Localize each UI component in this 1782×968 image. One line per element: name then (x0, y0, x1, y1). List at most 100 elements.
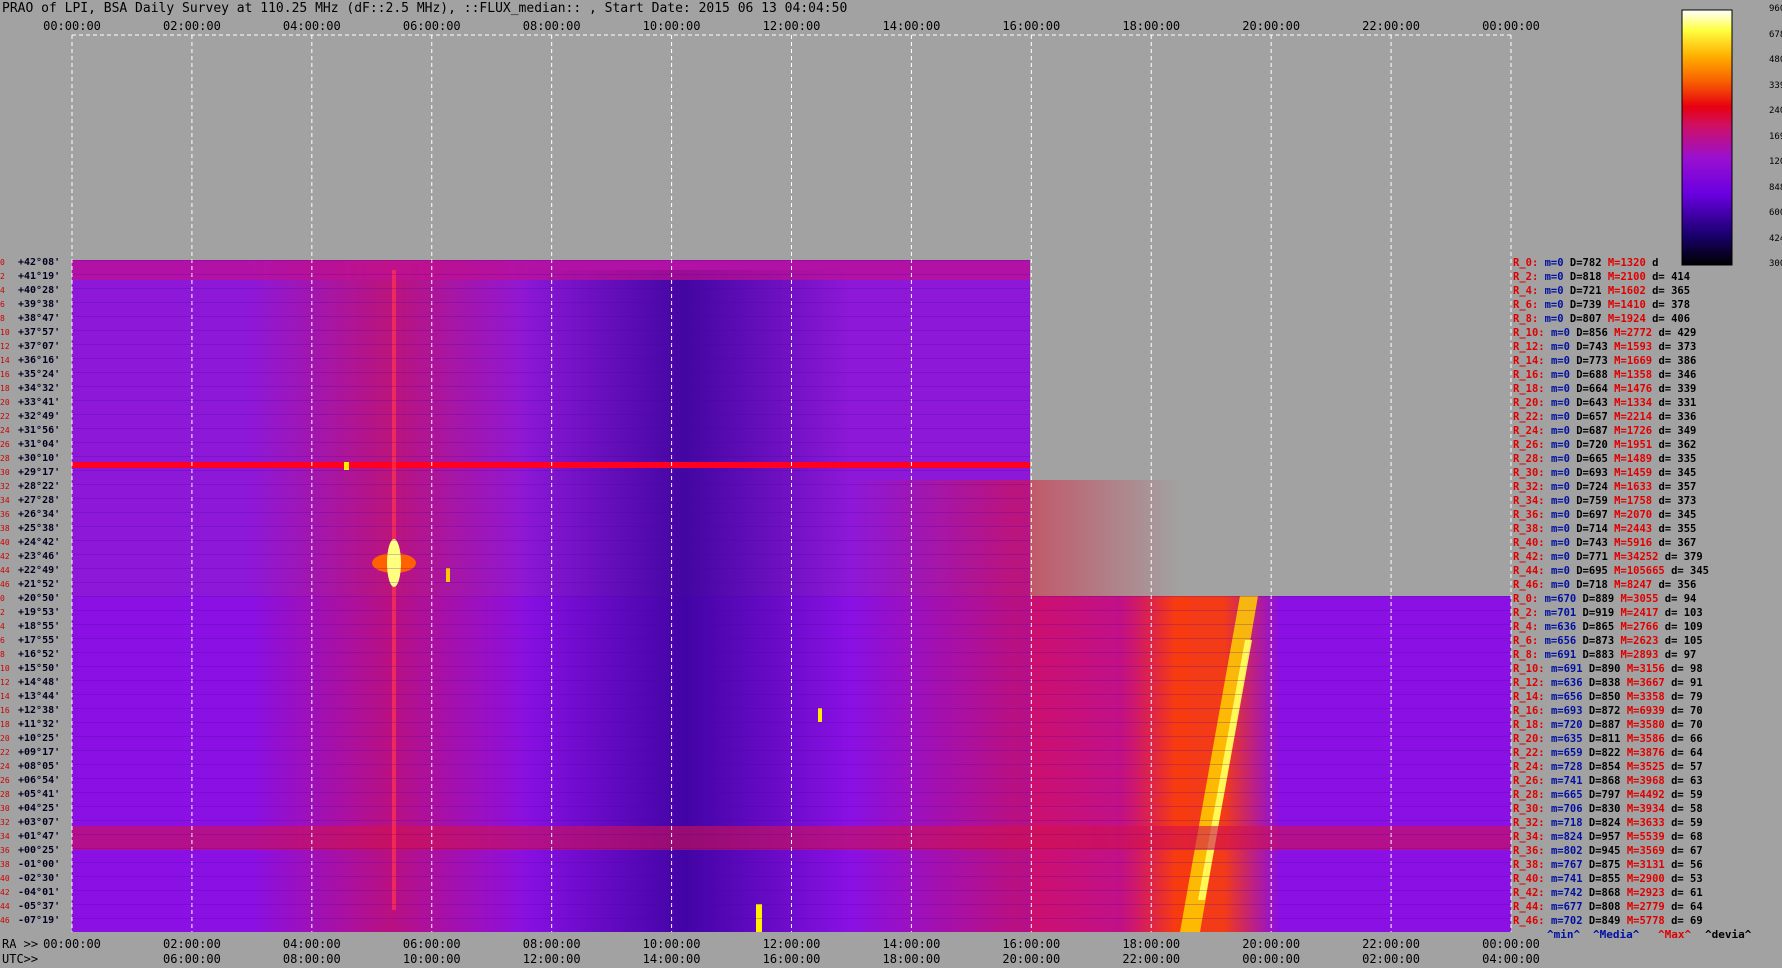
colorbar-tick: 300.0 (1769, 259, 1782, 269)
row-stripe (72, 470, 1030, 471)
stats-row: R_20: m=635 D=811 M=3586 d= 66 (1513, 733, 1703, 745)
row-stripe (72, 386, 1030, 387)
stats-row: R_4: m=0 D=721 M=1602 d= 365 (1513, 285, 1690, 297)
stats-cell: M=2623 (1620, 635, 1665, 647)
row-number: 8 (0, 650, 5, 659)
row-stripe (72, 414, 1030, 415)
stats-cell: m=656 (1544, 635, 1583, 647)
stats-cell: D=695 (1576, 565, 1615, 577)
stats-cell: R_26: (1513, 439, 1551, 451)
stats-cell: D=724 (1576, 481, 1615, 493)
row-number: 6 (0, 636, 5, 645)
declination-label: +26°34' (18, 509, 61, 520)
stats-cell: m=767 (1550, 859, 1589, 871)
declination-label: +05°41' (18, 789, 61, 800)
utc-tick: 16:00:00 (762, 952, 821, 966)
row-number: 16 (0, 706, 10, 715)
stats-row: R_26: m=0 D=720 M=1951 d= 362 (1513, 439, 1696, 451)
row-number: 26 (0, 776, 10, 785)
stats-cell: m=701 (1544, 607, 1583, 619)
declination-label: +06°54' (18, 775, 61, 786)
stats-cell: D=890 (1588, 663, 1627, 675)
bottom-ra-tick: 16:00:00 (1002, 937, 1061, 951)
stats-cell: D=687 (1576, 425, 1615, 437)
stats-cell: d= 58 (1671, 803, 1703, 815)
stats-cell: M=2766 (1620, 621, 1665, 633)
row-stripe (72, 904, 1511, 905)
stats-cell: d= 365 (1652, 285, 1691, 297)
stats-cell: m=0 (1544, 271, 1570, 283)
stats-cell: m=824 (1550, 831, 1589, 843)
stats-cell: d= 367 (1658, 537, 1697, 549)
row-stripe (72, 806, 1511, 807)
stats-cell: d= 355 (1658, 523, 1697, 535)
stats-cell: d= 56 (1671, 859, 1703, 871)
stats-cell: R_6: (1513, 635, 1545, 647)
red-horizontal-line (72, 462, 1030, 468)
stats-row: R_28: m=665 D=797 M=4492 d= 59 (1513, 789, 1703, 801)
stats-row: R_42: m=742 D=868 M=2923 d= 61 (1513, 887, 1703, 899)
declination-label: +30°10' (18, 453, 61, 464)
stats-row: R_42: m=0 D=771 M=34252 d= 379 (1513, 551, 1703, 563)
stats-cell: d= 64 (1671, 901, 1703, 913)
stats-cell: D=838 (1588, 677, 1627, 689)
row-stripe (72, 820, 1511, 821)
stats-cell: R_12: (1513, 341, 1551, 353)
stats-cell: M=2070 (1614, 509, 1659, 521)
stats-cell: d= 91 (1671, 677, 1703, 689)
utc-tick: 20:00:00 (1002, 952, 1061, 966)
stats-cell: M=1669 (1614, 355, 1659, 367)
stats-cell: D=883 (1582, 649, 1621, 661)
row-stripe (72, 596, 1511, 597)
stats-cell: d= 66 (1671, 733, 1703, 745)
row-stripe (72, 526, 1030, 527)
stats-row: R_20: m=0 D=643 M=1334 d= 331 (1513, 397, 1696, 409)
stats-cell: d= 68 (1671, 831, 1703, 843)
row-stripe (72, 652, 1511, 653)
stats-cell: D=830 (1588, 803, 1627, 815)
stats-row: R_16: m=0 D=688 M=1358 d= 346 (1513, 369, 1696, 381)
stats-cell: R_32: (1513, 481, 1551, 493)
stats-cell: D=664 (1576, 383, 1615, 395)
row-number: 24 (0, 762, 10, 771)
stats-cell: R_16: (1513, 705, 1551, 717)
stats-cell: D=919 (1582, 607, 1621, 619)
stats-row: R_38: m=767 D=875 M=3131 d= 56 (1513, 859, 1703, 871)
stats-cell: R_34: (1513, 495, 1551, 507)
stats-cell: m=659 (1550, 747, 1589, 759)
stats-cell: R_44: (1513, 565, 1551, 577)
stats-cell: d= 59 (1671, 789, 1703, 801)
utc-tick: 00:00:00 (1242, 952, 1301, 966)
stats-cell: d= 105 (1664, 635, 1703, 647)
stats-cell: R_14: (1513, 355, 1551, 367)
source-dot-3 (344, 462, 349, 470)
bottom-ra-tick: 00:00:00 (1482, 937, 1540, 951)
stats-cell: M=1726 (1614, 425, 1659, 437)
stats-row: R_44: m=0 D=695 M=105665 d= 345 (1513, 565, 1709, 577)
row-number: 32 (0, 818, 10, 827)
stats-row: R_26: m=741 D=868 M=3968 d= 63 (1513, 775, 1703, 787)
stats-cell: d= 345 (1658, 509, 1697, 521)
row-number: 16 (0, 370, 10, 379)
stats-cell: M=2100 (1607, 271, 1653, 283)
stats-cell: m=0 (1550, 551, 1577, 563)
stats-cell: D=850 (1588, 691, 1627, 703)
declination-label: +29°17' (18, 467, 61, 478)
stats-row: R_36: m=0 D=697 M=2070 d= 345 (1513, 509, 1696, 521)
row-number: 34 (0, 496, 10, 505)
stats-cell: d= 94 (1664, 593, 1697, 605)
declination-label: +40°28' (18, 285, 61, 296)
declination-label: +15°50' (18, 663, 61, 674)
stats-cell: R_38: (1513, 523, 1551, 535)
stats-row: R_22: m=0 D=657 M=2214 d= 336 (1513, 411, 1696, 423)
declination-label: +12°38' (18, 705, 61, 716)
stats-cell: R_40: (1513, 537, 1551, 549)
row-stripe (72, 834, 1511, 835)
row-stripe (72, 484, 1030, 485)
stats-cell: R_10: (1513, 663, 1551, 675)
top-ra-tick: 06:00:00 (402, 19, 461, 33)
row-number: 0 (0, 258, 5, 267)
stats-cell: d= 79 (1671, 691, 1703, 703)
stats-cell: D=945 (1588, 845, 1627, 857)
declination-label: +14°48' (18, 677, 61, 688)
